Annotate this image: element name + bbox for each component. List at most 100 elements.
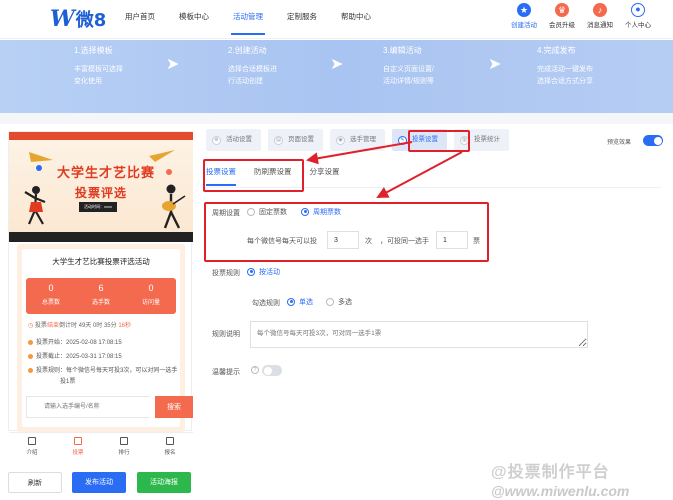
countdown: ◷ 投票结束倒计时 49天 0时 35分 16秒 <box>28 320 131 329</box>
logo[interactable]: W 微8 <box>50 6 106 32</box>
nav-activity-management[interactable]: 活动管理 <box>231 0 265 39</box>
stat-label: 访问量 <box>141 300 160 306</box>
activity-poster: 大学生才艺比赛 投票评选 活动时间：xxxx <box>9 132 193 242</box>
tab-label: 活动设置 <box>226 136 252 143</box>
tab-signup[interactable]: 报名 <box>147 433 193 459</box>
step-arrow-icon: ➤ <box>488 56 502 73</box>
subtab-share[interactable]: 分享设置 <box>310 166 340 182</box>
tip-label: 温馨提示 <box>212 369 240 376</box>
create-activity-label: 创建活动 <box>511 22 537 29</box>
ranking-icon <box>120 437 128 445</box>
logo-text: 微8 <box>75 10 107 31</box>
tab-ranking[interactable]: 排行 <box>101 433 147 459</box>
step-arrow-icon: ➤ <box>166 56 180 73</box>
vote-icon: ✎ <box>398 135 407 145</box>
activity-poster-button[interactable]: 活动海报 <box>137 472 191 493</box>
radio-label: 按活动 <box>259 269 280 276</box>
step-4-desc-line: 选择合适方式分享 <box>537 78 593 85</box>
nav-help[interactable]: 帮助中心 <box>341 0 371 39</box>
check-single-radio[interactable]: 单选 <box>287 297 313 307</box>
stat-label: 选手数 <box>91 300 110 306</box>
tab-label: 投票统计 <box>474 136 500 143</box>
vote-rule-cont: 投1票 <box>60 379 76 385</box>
bullet-icon <box>28 339 33 345</box>
step-1-desc-line: 丰富模板可选择 <box>74 66 123 73</box>
dancer-illustration <box>24 186 46 225</box>
step-1-desc-line: 变化使用 <box>74 78 102 85</box>
preview-toggle[interactable] <box>643 135 663 146</box>
step-4-desc: 完成活动一键发布 选择合适方式分享 <box>537 64 593 88</box>
step-arrow-icon: ➤ <box>330 56 344 73</box>
tab-activity-settings[interactable]: ⚙ 活动设置 <box>206 129 261 151</box>
step-1-desc: 丰富模板可选择 变化使用 <box>74 64 123 88</box>
vote-end-text: 投票截止：2025-03-31 17:08:15 <box>36 354 122 360</box>
vote-start: 投票开始：2025-02-08 17:08:15 <box>28 337 122 346</box>
user-icon: ● <box>631 3 645 17</box>
help-icon[interactable]: ? <box>251 366 259 374</box>
countdown-prefix: 投票 <box>34 323 47 329</box>
poster-title: 大学生才艺比赛 <box>57 165 156 180</box>
activity-title: 大学生才艺比赛投票评选活动 <box>52 257 150 266</box>
player-search-input[interactable] <box>26 396 150 418</box>
countdown-time: 倒计时 49天 0时 35分 <box>58 323 119 329</box>
tab-label: 页面设置 <box>288 136 314 143</box>
check-rule-label: 勾选规则 <box>252 300 280 307</box>
step-4: 4.完成发布 完成活动一键发布 选择合适方式分享 <box>537 45 593 88</box>
signup-icon <box>166 437 174 445</box>
highlight-subtabs <box>203 159 304 192</box>
vote-rule-label: 投票规则 <box>212 270 240 277</box>
settings-icon: ⚙ <box>212 135 221 145</box>
stat-visits: 0 访问量 <box>126 278 176 314</box>
vote-end: 投票截止：2025-03-31 17:08:15 <box>28 351 122 360</box>
preview-toggle-label: 预览效果 <box>607 140 632 146</box>
tip-toggle[interactable] <box>262 365 282 376</box>
personal-center-button[interactable]: ● 个人中心 <box>619 3 657 29</box>
countdown-status: 结束 <box>46 323 59 329</box>
stat-value: 0 <box>148 283 154 293</box>
intro-icon <box>28 437 36 445</box>
step-3-desc-line: 活动详情/规则等 <box>383 78 434 85</box>
tab-intro[interactable]: 介绍 <box>9 433 55 459</box>
radio-icon <box>247 267 255 276</box>
stat-total-votes: 0 总票数 <box>26 278 76 314</box>
divider-strip <box>0 113 673 124</box>
refresh-button[interactable]: 刷新 <box>8 472 62 493</box>
step-3: 3.编辑活动 自定义页面设置/活动详情/规则等 <box>383 45 434 88</box>
step-3-title: 3.编辑活动 <box>383 46 422 55</box>
step-4-title: 4.完成发布 <box>537 46 576 55</box>
search-button[interactable]: 搜索 <box>155 396 193 418</box>
watermark: @投票制作平台 @www.miwenlu.com <box>491 458 629 499</box>
tab-vote[interactable]: 投票 <box>55 433 101 459</box>
countdown-seconds: 16秒 <box>118 323 131 329</box>
main-nav: 用户首页 模板中心 活动管理 定制服务 帮助中心 <box>125 0 395 39</box>
rule-desc-textarea[interactable] <box>250 321 588 348</box>
tab-label: 报名 <box>164 450 176 456</box>
crown-icon: ♛ <box>555 3 569 17</box>
member-upgrade-button[interactable]: ♛ 会员升级 <box>543 3 581 29</box>
steps-banner: 1.选择模板 丰富模板可选择 变化使用 ➤ 2.创建活动 选择合适模板进 行活动创建… <box>0 40 673 113</box>
nav-home[interactable]: 用户首页 <box>125 0 155 39</box>
logo-letter: W <box>50 6 75 32</box>
tab-page-settings[interactable]: ▤ 页面设置 <box>268 129 323 151</box>
tab-label: 选手管理 <box>350 136 376 143</box>
vote-rule: 投票规则：每个微信号每天可投3次，可以对同一选手 <box>28 365 177 374</box>
create-activity-button[interactable]: ★ 创建活动 <box>505 3 543 29</box>
personal-center-label: 个人中心 <box>625 22 651 29</box>
check-multi-radio[interactable]: 多选 <box>326 297 352 307</box>
tab-player-management[interactable]: ◉ 选手管理 <box>330 129 385 151</box>
vote-rule-by-activity-radio[interactable]: 按活动 <box>247 267 280 277</box>
nav-custom-service[interactable]: 定制服务 <box>287 0 317 39</box>
highlight-vote-settings-tab <box>408 130 470 152</box>
rule-desc-label: 规则说明 <box>212 331 240 338</box>
vote-start-text: 投票开始：2025-02-08 17:08:15 <box>36 340 122 346</box>
bullet-icon <box>28 367 33 373</box>
radio-label: 单选 <box>299 299 313 306</box>
watermark-line1: @投票制作平台 <box>491 464 610 481</box>
radio-icon <box>326 297 334 306</box>
step-4-desc-line: 完成活动一键发布 <box>537 66 593 73</box>
publish-activity-button[interactable]: 发布活动 <box>72 472 126 493</box>
clock-icon: ◷ <box>28 323 34 329</box>
notifications-button[interactable]: ♪ 消息通知 <box>581 3 619 29</box>
nav-templates[interactable]: 模板中心 <box>179 0 209 39</box>
player-icon: ◉ <box>336 135 345 145</box>
